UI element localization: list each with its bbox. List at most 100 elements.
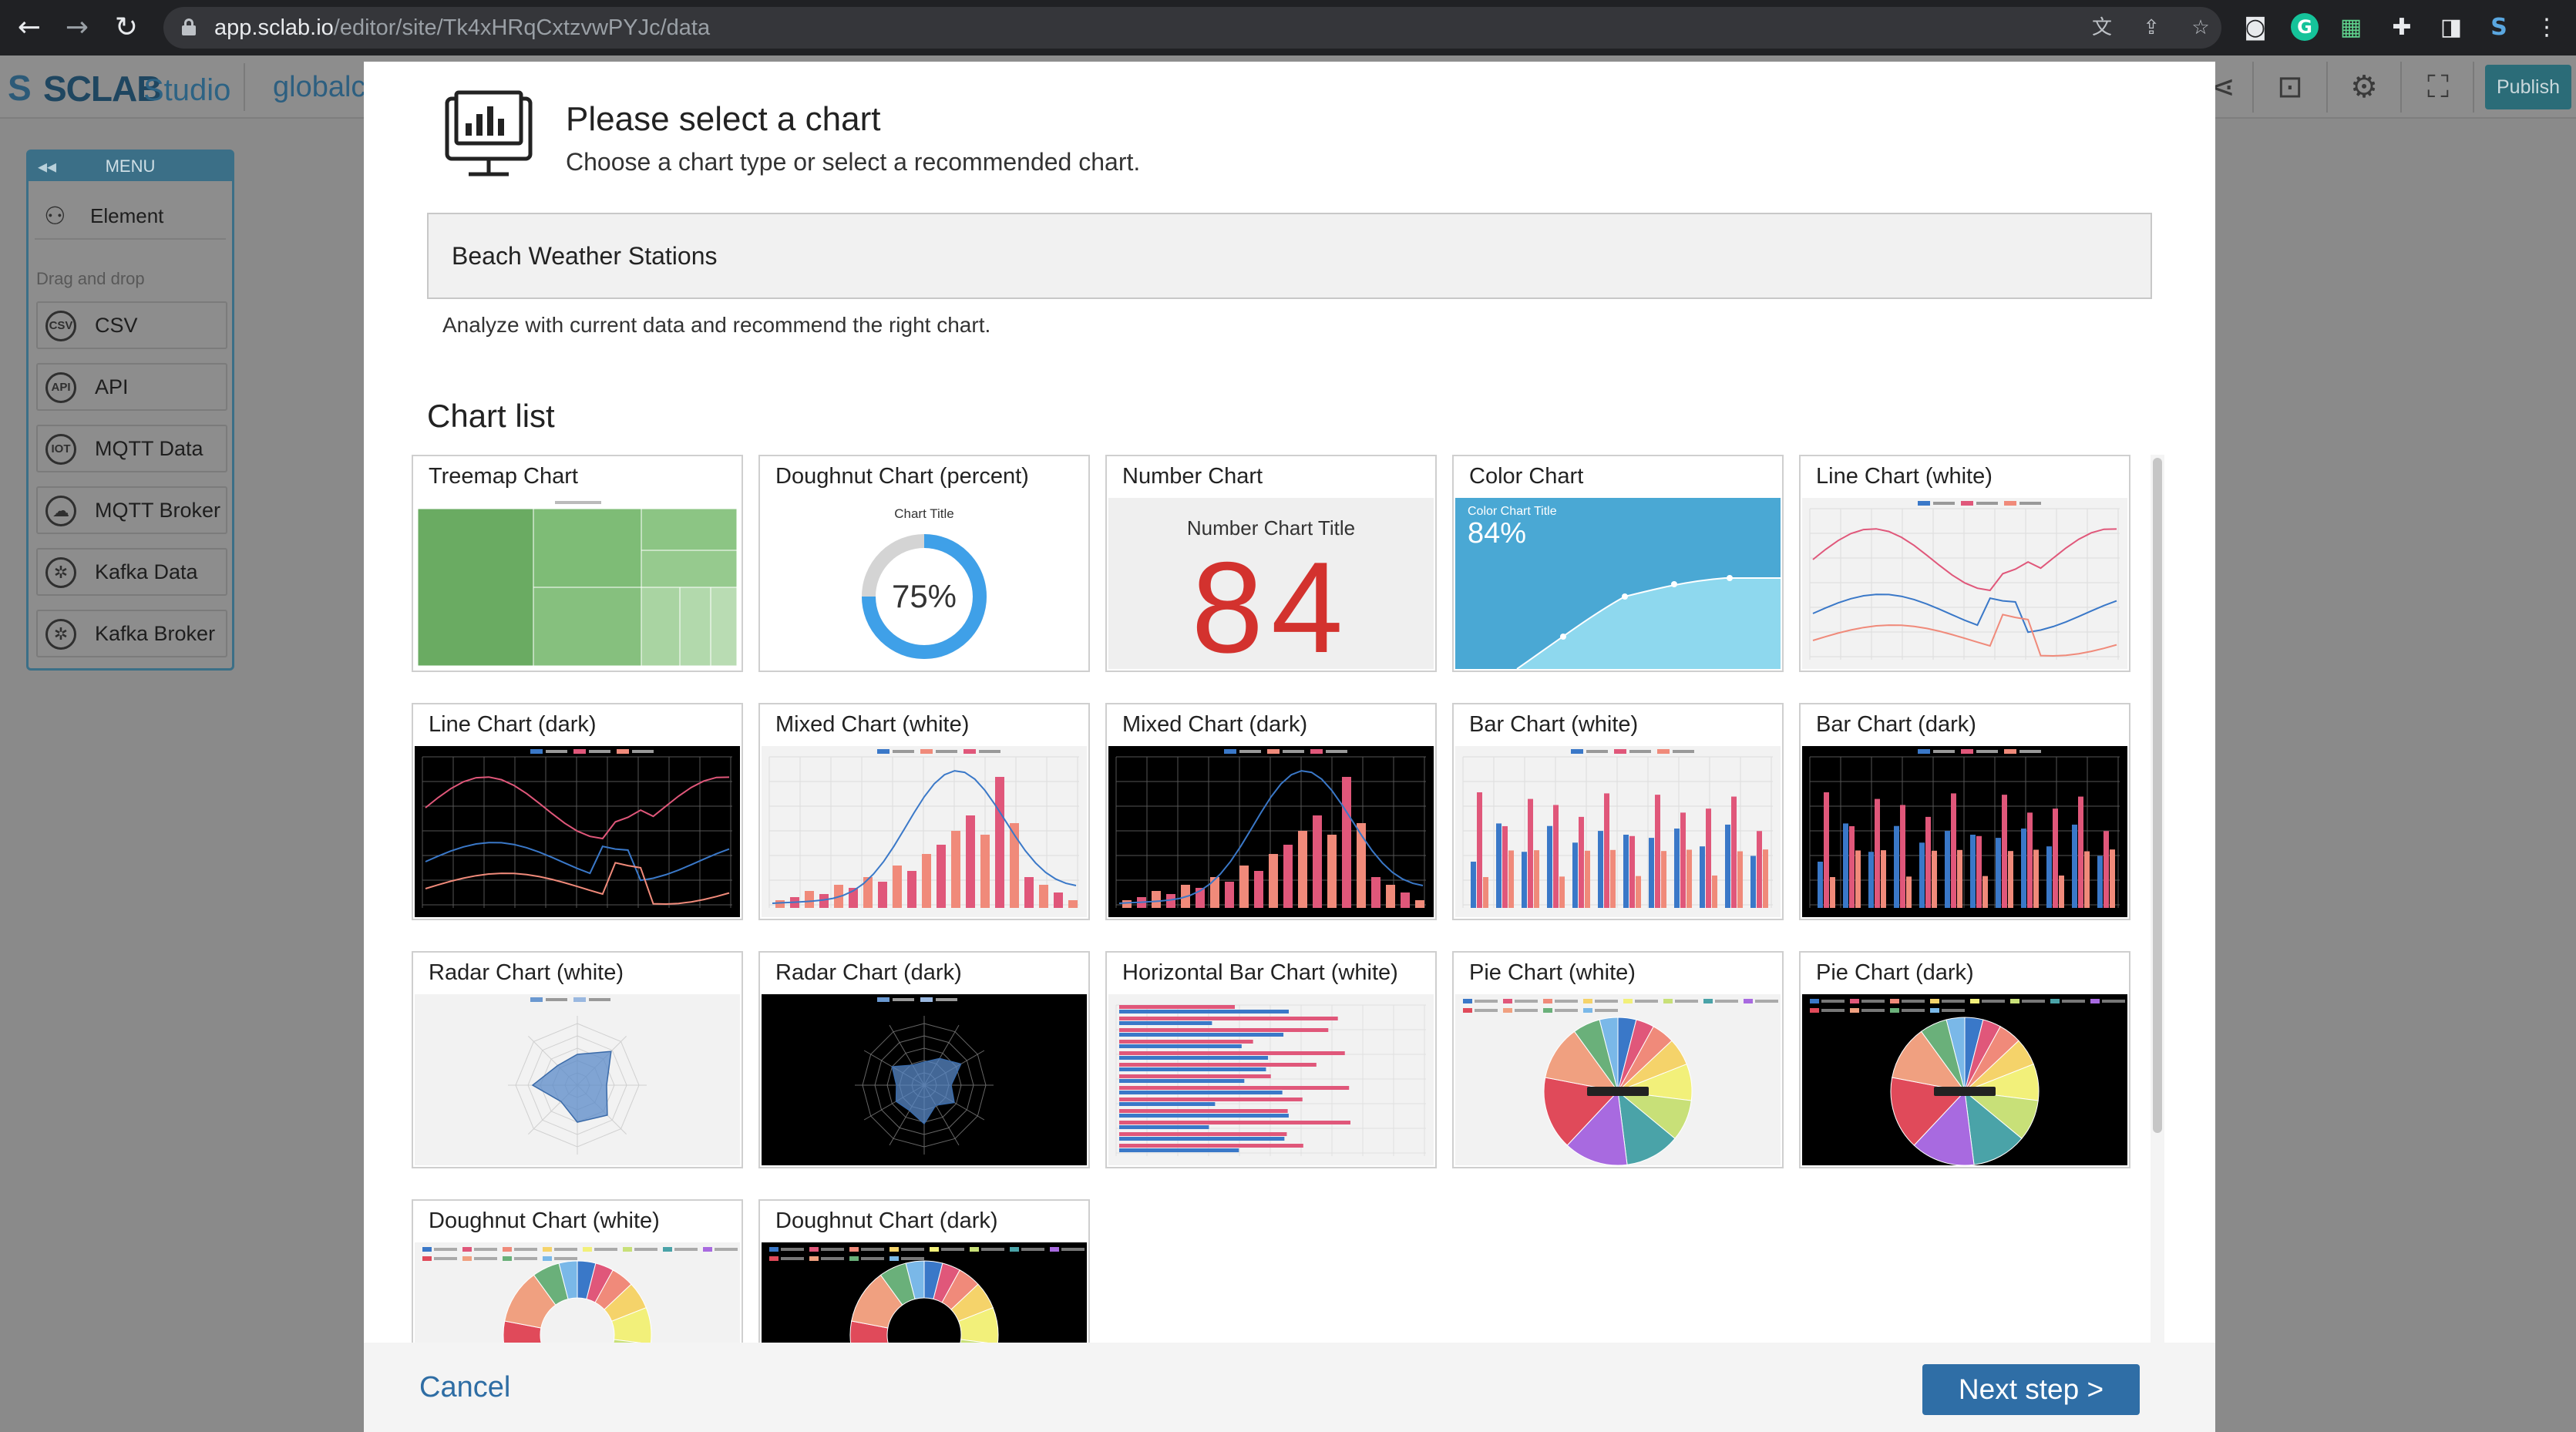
line-white-thumbnail	[1802, 498, 2127, 669]
chart-card-pie-white[interactable]: Pie Chart (white)	[1452, 951, 1784, 1168]
chart-list: Treemap Chart Doughnut Chart (percent) C…	[412, 455, 2164, 1364]
sidepanel-icon[interactable]: ◨	[2436, 12, 2467, 43]
chart-card-pie-dark[interactable]: Pie Chart (dark)	[1799, 951, 2130, 1168]
menu-item-mqtt-broker[interactable]: ☁ MQTT Broker	[36, 486, 227, 534]
unlock-icon[interactable]: ⊡	[2266, 66, 2314, 108]
chart-card-thumbnail	[762, 994, 1087, 1165]
menu-item-csv[interactable]: CSV CSV	[36, 301, 227, 349]
chart-card-mixed-dark[interactable]: Mixed Chart (dark)	[1105, 703, 1437, 920]
drag-drop-label: Drag and drop	[36, 269, 145, 288]
chart-card-radar-dark[interactable]: Radar Chart (dark)	[758, 951, 1090, 1168]
chart-card-hbar-white[interactable]: Horizontal Bar Chart (white)	[1105, 951, 1437, 1168]
chart-card-label: Doughnut Chart (percent)	[775, 464, 1029, 489]
menu-title: MENU	[105, 156, 156, 176]
chart-card-label: Radar Chart (white)	[429, 960, 624, 985]
chart-card-mixed-white[interactable]: Mixed Chart (white)	[758, 703, 1090, 920]
iot-icon: IOT	[45, 434, 76, 465]
chart-card-doughnut-white[interactable]: Doughnut Chart (white)	[412, 1199, 743, 1364]
menu-item-kafka-data[interactable]: ✲ Kafka Data	[36, 548, 227, 596]
back-icon[interactable]: ←	[11, 9, 48, 46]
mixed-dark-thumbnail	[1108, 746, 1434, 917]
chart-card-bar-white[interactable]: Bar Chart (white)	[1452, 703, 1784, 920]
cancel-button[interactable]: Cancel	[419, 1358, 510, 1417]
chart-card-label: Bar Chart (white)	[1469, 712, 1639, 737]
modal-subtitle: Choose a chart type or select a recommen…	[566, 148, 1141, 176]
chart-card-thumbnail	[415, 994, 740, 1165]
camera-icon[interactable]: ◙	[2240, 12, 2271, 43]
pie-dark-thumbnail	[1802, 994, 2127, 1165]
url-host: app.sclab.io	[214, 15, 334, 40]
chart-card-doughnut-percent[interactable]: Doughnut Chart (percent) Chart Title 75%	[758, 455, 1090, 672]
bookmark-star-icon[interactable]: ☆	[2188, 15, 2214, 40]
chart-select-modal: Please select a chart Choose a chart typ…	[364, 62, 2215, 1432]
pie-white-thumbnail	[1455, 994, 1781, 1165]
chart-card-thumbnail	[1455, 746, 1781, 917]
header-separator	[2326, 62, 2328, 113]
chart-card-bar-dark[interactable]: Bar Chart (dark)	[1799, 703, 2130, 920]
menu-item-mqtt-data[interactable]: IOT MQTT Data	[36, 425, 227, 472]
analyze-description: Analyze with current data and recommend …	[442, 313, 991, 337]
lock-icon[interactable]	[182, 18, 196, 35]
chart-card-label: Mixed Chart (white)	[775, 712, 970, 737]
fullscreen-icon[interactable]: ⛶	[2414, 66, 2462, 108]
sclab-logo-icon: S	[8, 68, 32, 108]
chart-card-treemap[interactable]: Treemap Chart	[412, 455, 743, 672]
menu-item-label: CSV	[95, 314, 138, 337]
chart-monitor-icon	[445, 90, 533, 176]
url-path: /editor/site/Tk4xHRqCxtzvwPYJc/data	[333, 15, 711, 40]
chart-card-doughnut-dark[interactable]: Doughnut Chart (dark)	[758, 1199, 1090, 1364]
scrollbar-thumb[interactable]	[2153, 458, 2162, 1133]
chart-card-label: Pie Chart (white)	[1469, 960, 1636, 985]
doughnut-thumb-title: Chart Title	[894, 506, 953, 521]
bar-white-thumbnail	[1455, 746, 1781, 917]
chart-card-label: Treemap Chart	[429, 464, 578, 489]
next-step-button[interactable]: Next step >	[1922, 1364, 2140, 1415]
number-thumbnail: Number Chart Title 84	[1108, 498, 1434, 669]
scrollbar[interactable]	[2151, 455, 2164, 1364]
chart-card-label: Pie Chart (dark)	[1816, 960, 1974, 985]
kafka-icon: ✲	[45, 557, 76, 588]
menu-item-label: Kafka Data	[95, 560, 198, 583]
reload-icon[interactable]: ↻	[108, 9, 145, 46]
radar-white-thumbnail	[415, 994, 740, 1165]
csv-icon: CSV	[45, 311, 76, 341]
publish-button[interactable]: Publish	[2485, 65, 2571, 109]
forward-icon[interactable]: →	[59, 9, 96, 46]
gear-icon[interactable]: ⚙	[2340, 66, 2388, 108]
chart-card-line-white[interactable]: Line Chart (white)	[1799, 455, 2130, 672]
chart-card-line-dark[interactable]: Line Chart (dark)	[412, 703, 743, 920]
collapse-icon[interactable]: ◂◂	[38, 152, 56, 181]
chart-card-thumbnail	[1108, 746, 1434, 917]
chart-card-thumbnail: Chart Title 75%	[762, 498, 1087, 669]
chart-card-thumbnail: Number Chart Title 84	[1108, 498, 1434, 669]
browser-toolbar: ← → ↻ app.sclab.io/editor/site/Tk4xHRqCx…	[0, 0, 2576, 55]
chart-card-radar-white[interactable]: Radar Chart (white)	[412, 951, 743, 1168]
menu-item-label: MQTT Data	[95, 437, 203, 460]
api-icon: API	[45, 372, 76, 403]
site-name[interactable]: globalc	[273, 71, 365, 104]
dataset-recommend-box[interactable]: Beach Weather Stations	[427, 213, 2152, 299]
header-divider	[244, 63, 245, 111]
menu-item-label: API	[95, 375, 129, 398]
kebab-menu-icon[interactable]: ⋮	[2531, 12, 2562, 43]
chart-card-number[interactable]: Number Chart Number Chart Title 84	[1105, 455, 1437, 672]
menu-item-api[interactable]: API API	[36, 363, 227, 411]
menu-header: MENU ◂◂	[29, 152, 232, 181]
share-icon[interactable]: ⇪	[2138, 15, 2164, 40]
chart-card-label: Number Chart	[1122, 464, 1263, 489]
puzzle-icon[interactable]: ✚	[2386, 12, 2417, 43]
chart-card-label: Horizontal Bar Chart (white)	[1122, 960, 1398, 985]
sclab-extension-icon[interactable]: S	[2484, 12, 2514, 43]
element-icon: ⚇	[44, 201, 66, 230]
grammarly-icon[interactable]: G	[2291, 13, 2319, 41]
cloud-icon: ☁	[45, 496, 76, 526]
menu-item-label: Kafka Broker	[95, 622, 216, 645]
translate-icon[interactable]: 文	[2089, 15, 2115, 40]
menu-item-element[interactable]: ⚇ Element	[35, 192, 226, 240]
address-bar[interactable]: app.sclab.io/editor/site/Tk4xHRqCxtzvwPY…	[163, 7, 2221, 49]
chart-card-thumbnail	[415, 746, 740, 917]
menu-item-kafka-broker[interactable]: ✲ Kafka Broker	[36, 610, 227, 657]
chart-card-color[interactable]: Color Chart Color Chart Title 84%	[1452, 455, 1784, 672]
doughnut-thumb-value: 75%	[892, 578, 957, 614]
extension-icon[interactable]: ▦	[2336, 12, 2366, 43]
